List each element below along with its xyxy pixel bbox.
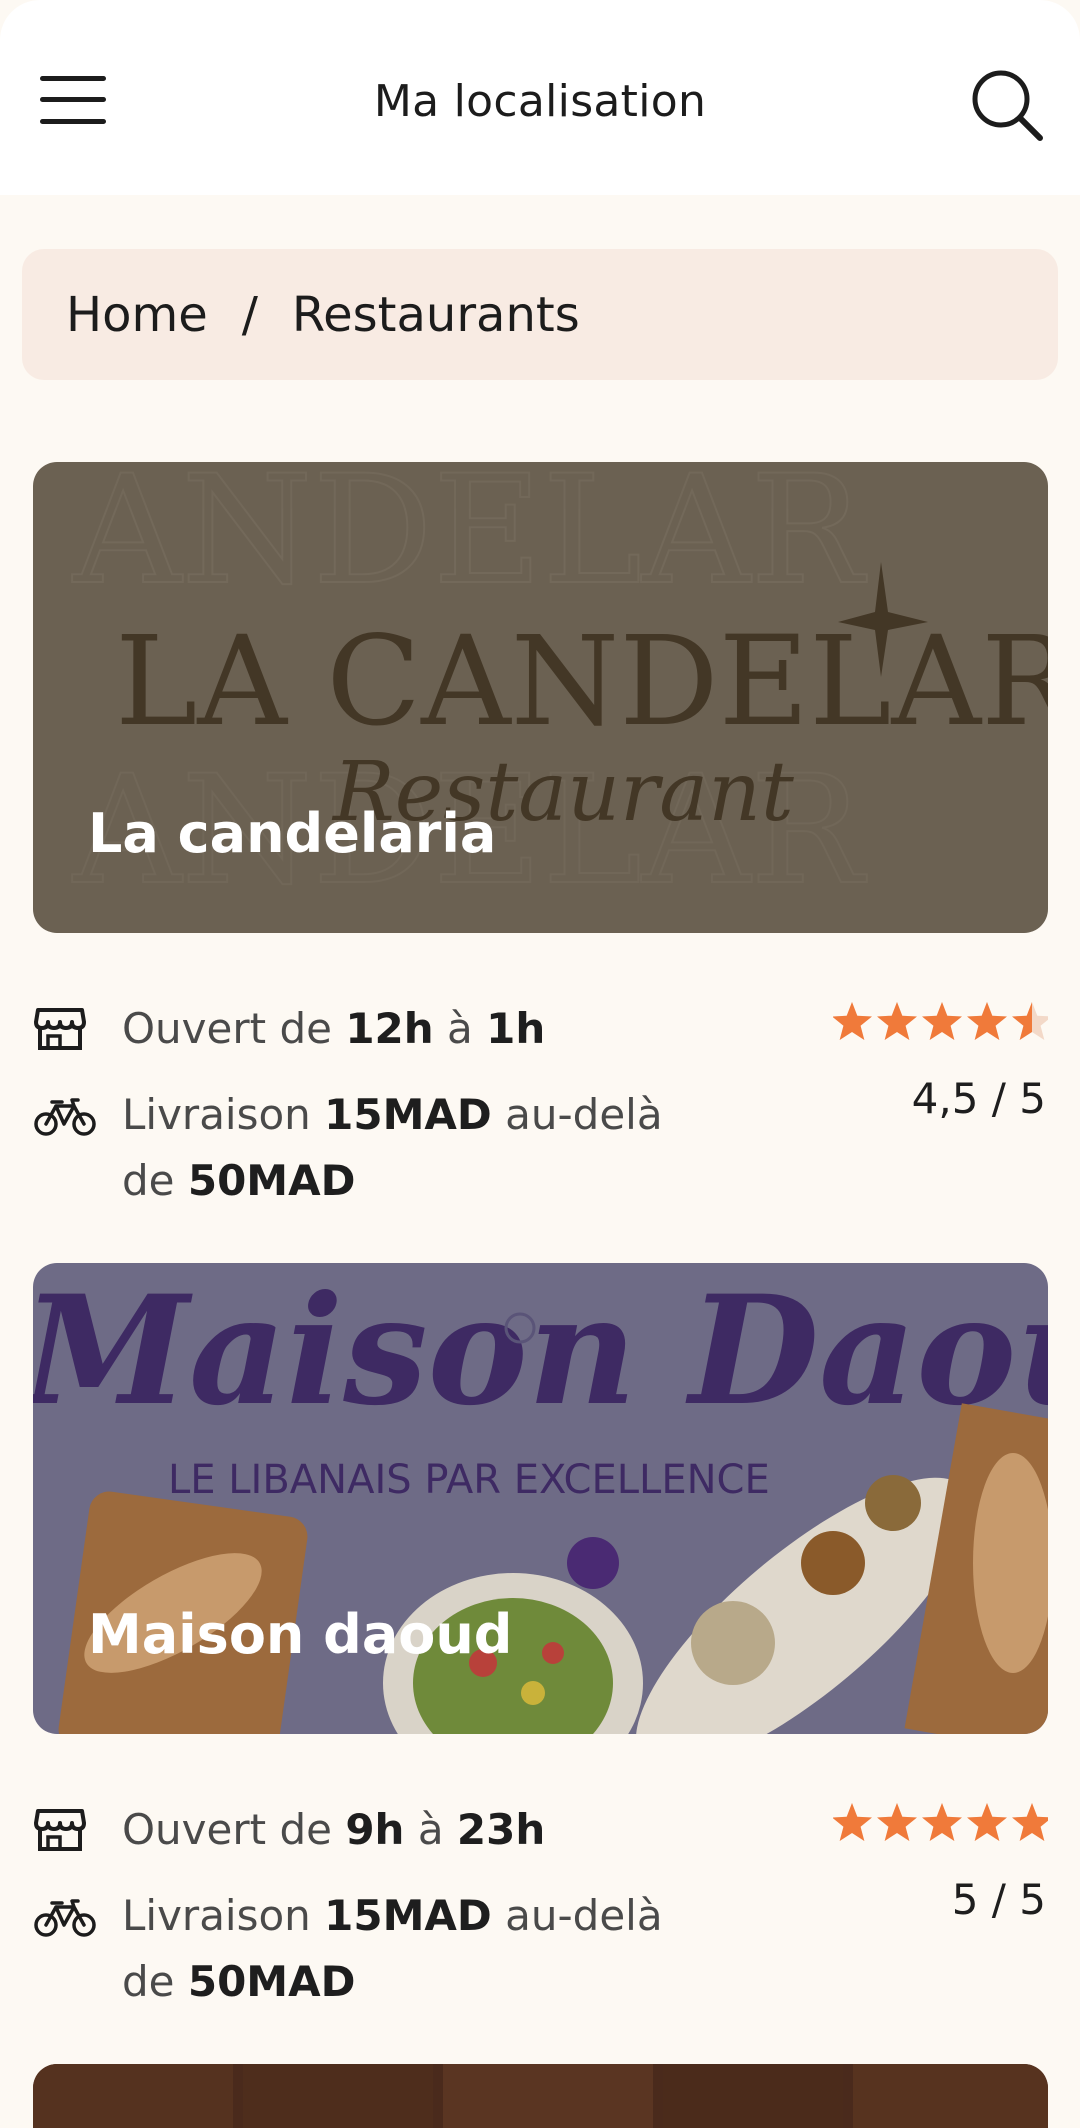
restaurant-name: La candelaria: [88, 802, 497, 865]
delivery-minimum: 50MAD: [187, 1156, 356, 1205]
delivery-prefix: Livraison: [122, 1891, 311, 1940]
location-title[interactable]: Ma localisation: [0, 76, 1080, 127]
restaurant-image[interactable]: [33, 2064, 1048, 2128]
breadcrumb-separator: /: [241, 286, 258, 343]
rating-stars: [833, 1002, 1048, 1040]
close-time: 1h: [486, 1004, 546, 1053]
rating-text: 5 / 5: [951, 1875, 1046, 1924]
restaurant-logo-image: [33, 2064, 1048, 2128]
search-icon[interactable]: [970, 68, 1044, 142]
breadcrumb-home[interactable]: Home: [66, 287, 208, 343]
close-time: 23h: [456, 1805, 546, 1854]
bicycle-icon: [34, 1098, 96, 1136]
restaurant-name: Maison daoud: [88, 1603, 513, 1666]
delivery-mid: au-delà: [505, 1090, 663, 1139]
star-icon: [877, 1002, 917, 1040]
hours-prefix: Ouvert de: [122, 1004, 332, 1053]
star-icon: [922, 1803, 962, 1841]
svg-text:ANDELAR: ANDELAR: [72, 462, 867, 618]
breadcrumb-current: Restaurants: [291, 286, 580, 343]
star-icon: [967, 1002, 1007, 1040]
star-icon: [1012, 1803, 1048, 1841]
logo-text: Maison Daoud: [33, 1263, 1048, 1439]
delivery-minimum: 50MAD: [187, 1957, 356, 2006]
delivery-fee: 15MAD: [324, 1891, 492, 1940]
logo-text: LA CANDELARIA: [115, 610, 1048, 754]
restaurant-image[interactable]: Maison Daoud LE LIBANAIS PAR EXCELLENCE …: [33, 1263, 1048, 1734]
star-icon: [833, 1002, 872, 1040]
delivery-fee: 15MAD: [324, 1090, 492, 1139]
delivery-prefix: Livraison: [122, 1090, 311, 1139]
logo-subtext: LE LIBANAIS PAR EXCELLENCE: [168, 1457, 770, 1503]
hours-prefix: Ouvert de: [122, 1805, 332, 1854]
breadcrumb: Home / Restaurants: [22, 249, 1058, 380]
store-icon: [34, 1809, 86, 1851]
star-icon: [833, 1803, 872, 1841]
open-time: 9h: [345, 1805, 405, 1854]
app-header: Ma localisation: [0, 0, 1080, 195]
open-time: 12h: [345, 1004, 434, 1053]
bicycle-icon: [34, 1899, 96, 1937]
delivery-mid: au-delà: [505, 1891, 663, 1940]
hours-mid: à: [417, 1805, 444, 1854]
rating-stars: [833, 1803, 1048, 1841]
restaurant-image[interactable]: ANDELAR ANDELAR LA CANDELARIA Restaurant…: [33, 462, 1048, 933]
star-icon: [877, 1803, 917, 1841]
star-icon: [922, 1002, 962, 1040]
star-icon: [967, 1803, 1007, 1841]
hours-mid: à: [447, 1004, 473, 1053]
delivery-de: de: [122, 1957, 175, 2006]
rating-text: 4,5 / 5: [911, 1074, 1046, 1123]
store-icon: [34, 1008, 86, 1050]
delivery-de: de: [122, 1156, 175, 1205]
